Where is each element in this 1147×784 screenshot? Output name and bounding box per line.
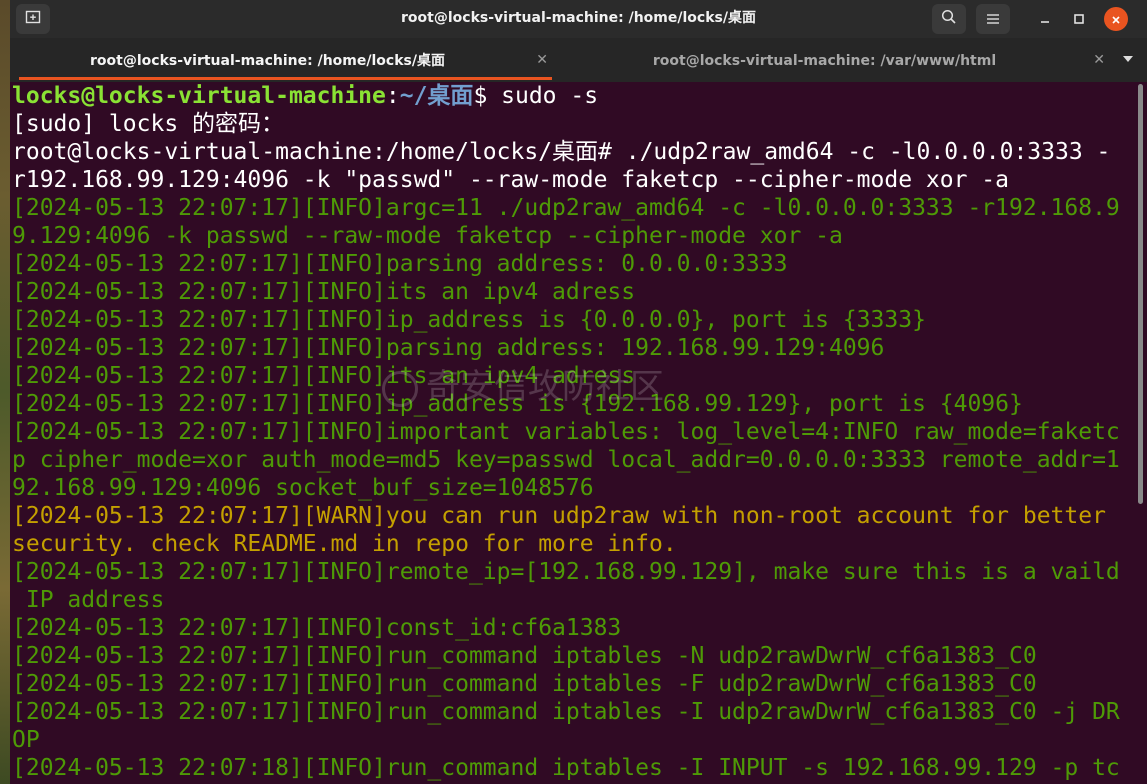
terminal-line: [2024-05-13 22:07:17][INFO]run_command i… — [12, 699, 1120, 725]
tab-label: root@locks-virtual-machine: /var/www/htm… — [652, 53, 997, 69]
terminal-line: [2024-05-13 22:07:17][INFO]parsing addre… — [12, 335, 885, 361]
terminal-line: [2024-05-13 22:07:17][INFO]remote_ip=[19… — [12, 559, 1120, 585]
terminal-line: [2024-05-13 22:07:17][INFO]ip_address is… — [12, 307, 926, 333]
terminal-line: 92.168.99.129:4096 socket_buf_size=10485… — [12, 475, 594, 501]
terminal-line: security. check README.md in repo for mo… — [12, 531, 677, 557]
prompt-user-host: locks@locks-virtual-machine — [12, 83, 386, 109]
terminal-line: [2024-05-13 22:07:17][INFO]run_command i… — [12, 671, 1037, 697]
terminal-output[interactable]: locks@locks-virtual-machine:~/桌面$ sudo -… — [10, 82, 1135, 784]
terminal-line: [2024-05-13 22:07:17][INFO]its an ipv4 a… — [12, 279, 636, 305]
terminal-line: [2024-05-13 22:07:17][INFO]its an ipv4 a… — [12, 363, 636, 389]
minimize-button[interactable] — [1032, 4, 1058, 34]
prompt-command: sudo -s — [501, 83, 599, 109]
tab-home-locks[interactable]: root@locks-virtual-machine: /home/locks/… — [15, 38, 560, 82]
active-tab-indicator — [19, 77, 552, 80]
terminal-line: [2024-05-13 22:07:17][INFO]important var… — [12, 419, 1120, 445]
close-icon — [1111, 10, 1121, 29]
terminal-window: root@locks-virtual-machine: /home/locks/… — [10, 0, 1147, 784]
scrollbar-thumb[interactable] — [1138, 84, 1143, 504]
menu-button[interactable] — [976, 4, 1010, 34]
terminal-line: p cipher_mode=xor auth_mode=md5 key=pass… — [12, 447, 1120, 473]
terminal-line: [2024-05-13 22:07:17][INFO]argc=11 ./udp… — [12, 195, 1120, 221]
prompt-line: locks@locks-virtual-machine:~/桌面$ sudo -… — [10, 82, 1135, 110]
prompt-separator: : — [385, 83, 400, 109]
terminal-line: IP address — [12, 587, 165, 613]
terminal-line: r192.168.99.129:4096 -k "passwd" --raw-m… — [12, 167, 1009, 193]
terminal-line: [2024-05-13 22:07:18][INFO]run_command i… — [12, 755, 1120, 781]
tab-bar: root@locks-virtual-machine: /home/locks/… — [10, 38, 1147, 82]
terminal-line: 9.129:4096 -k passwd --raw-mode faketcp … — [12, 223, 843, 249]
terminal-line: root@locks-virtual-machine:/home/locks/桌… — [12, 139, 1111, 165]
terminal-line: [2024-05-13 22:07:17][INFO]const_id:cf6a… — [12, 615, 622, 641]
title-bar: root@locks-virtual-machine: /home/locks/… — [10, 0, 1147, 38]
scrollbar[interactable] — [1135, 82, 1147, 784]
maximize-icon — [1073, 10, 1085, 29]
terminal-lines: [sudo] locks 的密码： root@locks-virtual-mach… — [10, 110, 1135, 782]
minimize-icon — [1039, 10, 1051, 29]
terminal-line: OP — [12, 727, 40, 753]
desktop-background — [0, 0, 10, 784]
close-icon[interactable]: ✕ — [1093, 38, 1105, 82]
terminal-line: [2024-05-13 22:07:17][INFO]parsing addre… — [12, 251, 788, 277]
maximize-button[interactable] — [1066, 4, 1092, 34]
new-tab-button[interactable] — [16, 4, 50, 34]
terminal-line: [sudo] locks 的密码： — [12, 111, 285, 137]
close-icon[interactable]: ✕ — [536, 38, 548, 82]
terminal-line: [2024-05-13 22:07:17][INFO]ip_address is… — [12, 391, 1023, 417]
prompt-path: ~/桌面 — [399, 83, 474, 109]
plus-square-icon — [25, 9, 41, 29]
hamburger-menu-icon — [986, 10, 1000, 29]
prompt-symbol: $ — [473, 83, 502, 109]
chevron-down-icon[interactable] — [1123, 56, 1133, 62]
tab-var-www-html[interactable]: root@locks-virtual-machine: /var/www/htm… — [572, 38, 1117, 82]
terminal-line: [2024-05-13 22:07:17][INFO]run_command i… — [12, 643, 1037, 669]
close-window-button[interactable] — [1104, 7, 1128, 31]
search-button[interactable] — [932, 4, 966, 34]
search-icon — [941, 9, 957, 29]
terminal-line: [2024-05-13 22:07:17][WARN]you can run u… — [12, 503, 1106, 529]
